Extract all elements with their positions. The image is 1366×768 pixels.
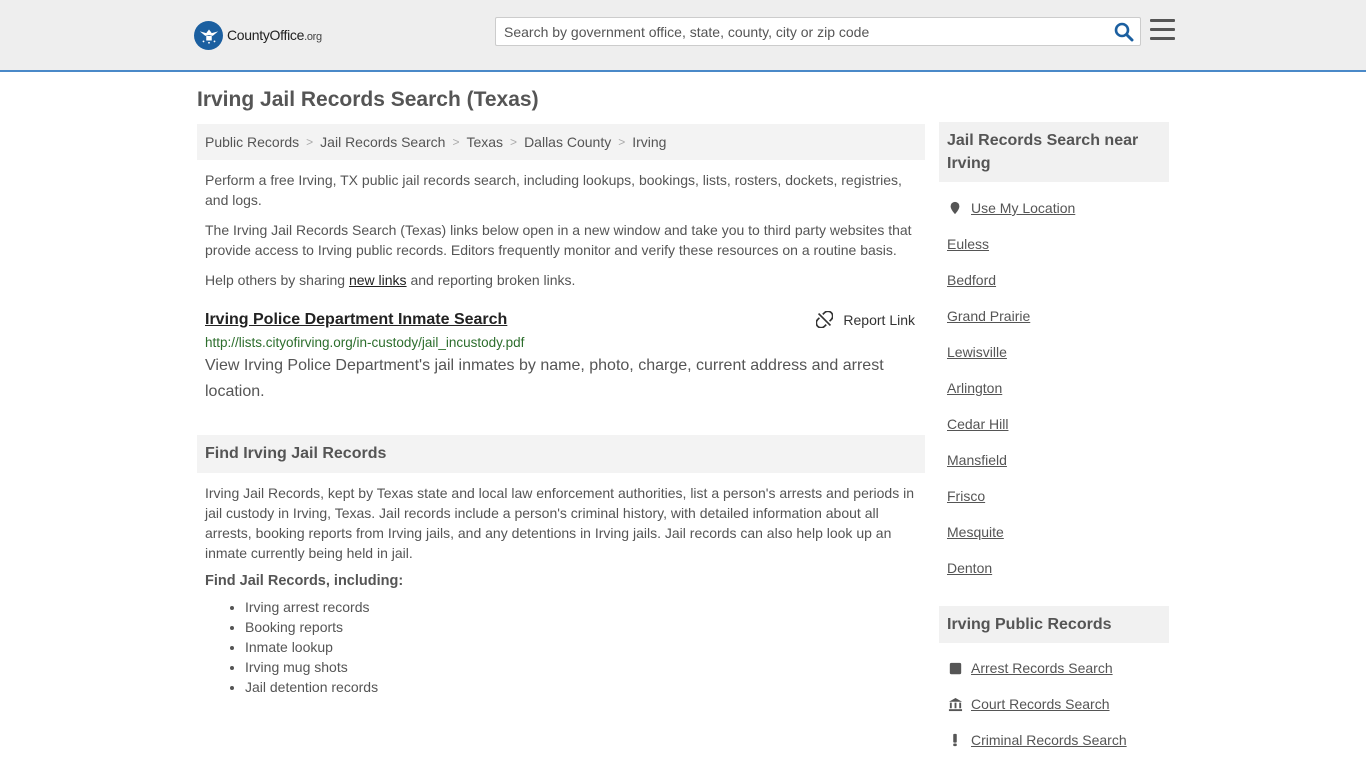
intro-paragraph-3: Help others by sharing new links and rep… <box>205 270 917 290</box>
nearby-link[interactable]: Denton <box>947 560 992 576</box>
search-icon[interactable] <box>1114 22 1134 42</box>
find-section-heading: Find Irving Jail Records <box>197 435 925 473</box>
intro-p3-after: and reporting broken links. <box>406 272 576 288</box>
new-links-link[interactable]: new links <box>349 272 407 288</box>
hamburger-menu-icon[interactable] <box>1150 19 1175 41</box>
breadcrumb: Public Records > Jail Records Search > T… <box>197 124 925 160</box>
list-item: Jail detention records <box>245 677 917 697</box>
nearby-link[interactable]: Cedar Hill <box>947 416 1008 432</box>
list-item: Inmate lookup <box>245 637 917 657</box>
sidebar-item-criminal-records: Criminal Records Search <box>947 722 1161 758</box>
find-section-subheading: Find Jail Records, including: <box>205 573 404 589</box>
search-box <box>495 17 1141 46</box>
find-section-paragraph: Irving Jail Records, kept by Texas state… <box>205 485 914 561</box>
sidebar-item-grand-prairie: Grand Prairie <box>947 298 1161 334</box>
nearby-link[interactable]: Mansfield <box>947 452 1007 468</box>
sidebar-item-arrest-records: Arrest Records Search <box>947 650 1161 686</box>
breadcrumb-irving[interactable]: Irving <box>632 134 666 150</box>
list-item: Booking reports <box>245 617 917 637</box>
site-header: CountyOffice.org <box>0 0 1366 72</box>
page-title: Irving Jail Records Search (Texas) <box>197 88 539 111</box>
breadcrumb-dallas-county[interactable]: Dallas County <box>524 134 611 150</box>
breadcrumb-separator-icon: > <box>510 135 518 149</box>
sidebar-item-court-records: Court Records Search <box>947 686 1161 722</box>
nearby-link[interactable]: Arlington <box>947 380 1002 396</box>
intro-text: Perform a free Irving, TX public jail re… <box>197 170 925 290</box>
logo-eagle-icon <box>194 20 223 50</box>
broken-link-icon <box>816 311 834 328</box>
sidebar-item-cedar-hill: Cedar Hill <box>947 406 1161 442</box>
sidebar-item-frisco: Frisco <box>947 478 1161 514</box>
intro-paragraph-1: Perform a free Irving, TX public jail re… <box>205 172 902 208</box>
courthouse-icon <box>947 696 963 712</box>
sidebar-item-mansfield: Mansfield <box>947 442 1161 478</box>
nearby-list: Use My Location Euless Bedford Grand Pra… <box>939 190 1169 586</box>
nearby-link[interactable]: Lewisville <box>947 344 1007 360</box>
exclamation-icon <box>947 732 963 748</box>
public-records-heading: Irving Public Records <box>939 606 1169 643</box>
logo-text: CountyOffice.org <box>227 27 322 43</box>
sidebar-item-lewisville: Lewisville <box>947 334 1161 370</box>
nearby-link[interactable]: Euless <box>947 236 989 252</box>
breadcrumb-separator-icon: > <box>452 135 460 149</box>
list-item: Irving arrest records <box>245 597 917 617</box>
sidebar-item-euless: Euless <box>947 226 1161 262</box>
sidebar-item-mesquite: Mesquite <box>947 514 1161 550</box>
breadcrumb-separator-icon: > <box>306 135 314 149</box>
court-records-link[interactable]: Court Records Search <box>971 696 1110 712</box>
sidebar: Jail Records Search near Irving Use My L… <box>939 122 1169 758</box>
logo-suffix: .org <box>304 31 322 43</box>
sidebar-item-bedford: Bedford <box>947 262 1161 298</box>
nearby-link[interactable]: Frisco <box>947 488 985 504</box>
logo-main: CountyOffice <box>227 27 305 43</box>
find-records-list: Irving arrest records Booking reports In… <box>205 597 917 697</box>
result-url: http://lists.cityofirving.org/in-custody… <box>205 335 525 350</box>
sidebar-item-denton: Denton <box>947 550 1161 586</box>
report-link-label: Report Link <box>843 311 915 328</box>
site-logo[interactable]: CountyOffice.org <box>194 20 322 50</box>
use-my-location-link[interactable]: Use My Location <box>971 200 1075 216</box>
result-item: Irving Police Department Inmate Search R… <box>197 311 925 421</box>
breadcrumb-jail-records-search[interactable]: Jail Records Search <box>320 134 445 150</box>
use-location-item: Use My Location <box>947 190 1161 226</box>
search-input[interactable] <box>496 18 1106 45</box>
list-item: Irving mug shots <box>245 657 917 677</box>
criminal-records-link[interactable]: Criminal Records Search <box>971 732 1127 748</box>
intro-p3-before: Help others by sharing <box>205 272 349 288</box>
find-section-body: Irving Jail Records, kept by Texas state… <box>197 483 925 697</box>
sidebar-item-arlington: Arlington <box>947 370 1161 406</box>
nearby-link[interactable]: Mesquite <box>947 524 1004 540</box>
result-description: View Irving Police Department's jail inm… <box>205 357 884 400</box>
breadcrumb-separator-icon: > <box>618 135 626 149</box>
nearby-link[interactable]: Bedford <box>947 272 996 288</box>
result-title-link[interactable]: Irving Police Department Inmate Search <box>205 311 507 329</box>
nearby-heading: Jail Records Search near Irving <box>939 122 1169 182</box>
arrest-records-link[interactable]: Arrest Records Search <box>971 660 1113 676</box>
intro-paragraph-2: The Irving Jail Records Search (Texas) l… <box>205 222 912 258</box>
map-pin-icon <box>947 200 963 216</box>
breadcrumb-texas[interactable]: Texas <box>466 134 503 150</box>
main-content: Public Records > Jail Records Search > T… <box>197 124 925 697</box>
public-records-list: Arrest Records Search Court Records Sear… <box>939 650 1169 758</box>
report-link-button[interactable]: Report Link <box>816 311 915 328</box>
nearby-link[interactable]: Grand Prairie <box>947 308 1030 324</box>
square-icon <box>947 660 963 676</box>
breadcrumb-public-records[interactable]: Public Records <box>205 134 299 150</box>
